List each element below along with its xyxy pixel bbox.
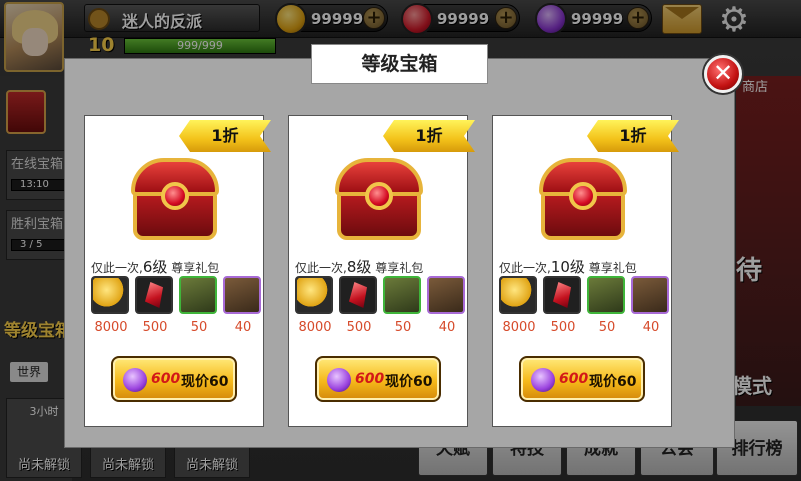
- skill-amount: 40: [234, 320, 252, 335]
- buy-button[interactable]: 600 现价60: [519, 356, 645, 402]
- gold-coin-icon: [295, 276, 333, 314]
- reward-amounts: 8000 500 50 40: [295, 320, 467, 336]
- ruby-amount: 500: [346, 320, 372, 335]
- gold-coin-icon: [91, 276, 129, 314]
- equipment-item-icon: [179, 276, 217, 314]
- ruby-gem-icon: [339, 276, 377, 314]
- offer-level: 8级: [346, 258, 372, 276]
- offer-text: 仅此一次,10级 尊享礼包: [499, 256, 667, 277]
- ruby-gem-icon: [135, 276, 173, 314]
- reward-row: [91, 276, 263, 316]
- original-price: 600: [355, 371, 385, 387]
- original-price: 600: [559, 371, 589, 387]
- gold-amount: 8000: [298, 320, 332, 335]
- gold-amount: 8000: [94, 320, 128, 335]
- treasure-chest-icon: [535, 158, 631, 242]
- treasure-chest-icon: [331, 158, 427, 242]
- reward-row: [295, 276, 467, 316]
- reward-amounts: 8000 500 50 40: [499, 320, 671, 336]
- equipment-amount: 50: [394, 320, 412, 335]
- chest-offer-card: 1折 仅此一次,6级 尊享礼包 8000 500 50 40 600 现价60: [84, 115, 271, 427]
- chest-gem: [569, 182, 597, 210]
- offer-prefix: 仅此一次,: [295, 261, 347, 275]
- offer-suffix: 尊享礼包: [375, 261, 424, 275]
- chest-gem: [365, 182, 393, 210]
- buy-button[interactable]: 600 现价60: [315, 356, 441, 402]
- purple-gem-icon: [327, 368, 351, 392]
- skill-item-icon: [631, 276, 669, 314]
- discount-ribbon: 1折: [587, 120, 679, 152]
- offer-suffix: 尊享礼包: [171, 261, 220, 275]
- skill-amount: 40: [438, 320, 456, 335]
- offer-text: 仅此一次,6级 尊享礼包: [91, 256, 259, 277]
- close-button[interactable]: ✕: [704, 55, 742, 93]
- skill-amount: 40: [642, 320, 660, 335]
- gold-coin-icon: [499, 276, 537, 314]
- offer-suffix: 尊享礼包: [588, 261, 637, 275]
- dialog-title: 等级宝箱: [311, 44, 488, 84]
- current-price: 现价60: [181, 374, 229, 390]
- offer-level: 10级: [550, 258, 585, 276]
- equipment-amount: 50: [190, 320, 208, 335]
- offer-level: 6级: [142, 258, 168, 276]
- purple-gem-icon: [531, 368, 555, 392]
- offer-text: 仅此一次,8级 尊享礼包: [295, 256, 463, 277]
- current-price: 现价60: [385, 374, 433, 390]
- reward-amounts: 8000 500 50 40: [91, 320, 263, 336]
- gold-amount: 8000: [502, 320, 536, 335]
- skill-item-icon: [223, 276, 261, 314]
- skill-item-icon: [427, 276, 465, 314]
- ruby-amount: 500: [142, 320, 168, 335]
- offer-prefix: 仅此一次,: [499, 261, 551, 275]
- reward-row: [499, 276, 671, 316]
- chest-offer-card: 1折 仅此一次,10级 尊享礼包 8000 500 50 40 600 现价60: [492, 115, 679, 427]
- equipment-amount: 50: [598, 320, 616, 335]
- original-price: 600: [151, 371, 181, 387]
- discount-ribbon: 1折: [383, 120, 475, 152]
- offer-prefix: 仅此一次,: [91, 261, 143, 275]
- treasure-chest-icon: [127, 158, 223, 242]
- ruby-amount: 500: [550, 320, 576, 335]
- chest-gem: [161, 182, 189, 210]
- current-price: 现价60: [589, 374, 637, 390]
- chest-offer-card: 1折 仅此一次,8级 尊享礼包 8000 500 50 40 600 现价60: [288, 115, 475, 427]
- equipment-item-icon: [383, 276, 421, 314]
- ruby-gem-icon: [543, 276, 581, 314]
- discount-ribbon: 1折: [179, 120, 271, 152]
- equipment-item-icon: [587, 276, 625, 314]
- purple-gem-icon: [123, 368, 147, 392]
- buy-button[interactable]: 600 现价60: [111, 356, 237, 402]
